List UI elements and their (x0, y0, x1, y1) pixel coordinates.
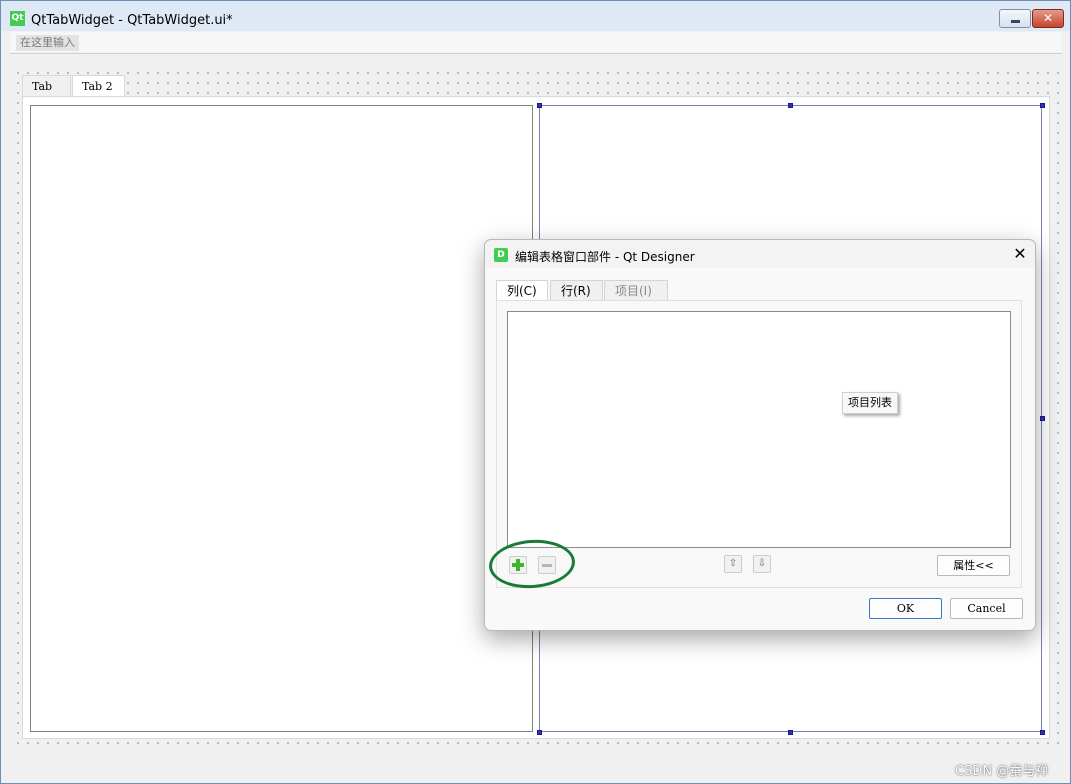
tab-columns[interactable]: 列(C) (496, 280, 548, 301)
menu-bar: 在这里输入 (10, 32, 1062, 52)
edit-table-widget-dialog: D 编辑表格窗口部件 - Qt Designer ✕ 列(C) 行(R) 项目(… (484, 239, 1036, 631)
column-list[interactable] (507, 311, 1011, 548)
resize-handle[interactable] (537, 730, 542, 735)
arrow-down-icon: ⇩ (757, 558, 767, 569)
minimize-icon (1011, 20, 1020, 23)
title-bar[interactable]: Qt QtTabWidget - QtTabWidget.ui* ✕ (1, 1, 1070, 31)
tab-rows[interactable]: 行(R) (550, 280, 603, 300)
watermark: CSDN @蚕与禅 (955, 764, 1049, 779)
window-title: QtTabWidget - QtTabWidget.ui* (31, 13, 233, 28)
tab-1[interactable]: Tab 1 (22, 75, 71, 114)
dialog-close-icon[interactable]: ✕ (1010, 244, 1030, 264)
arrow-up-icon: ⇧ (728, 558, 738, 569)
cancel-button[interactable]: Cancel (950, 598, 1023, 619)
minimize-button[interactable] (999, 9, 1031, 28)
designer-logo-icon: D (494, 248, 508, 262)
menu-separator (10, 53, 1062, 54)
dialog-title-bar[interactable]: D 编辑表格窗口部件 - Qt Designer ✕ (485, 240, 1035, 268)
menu-type-here-item[interactable]: 在这里输入 (16, 35, 79, 51)
resize-handle[interactable] (788, 103, 793, 108)
window-close-button[interactable]: ✕ (1032, 9, 1064, 28)
resize-handle[interactable] (1040, 103, 1045, 108)
resize-handle[interactable] (1040, 416, 1045, 421)
move-up-button[interactable]: ⇧ (724, 555, 742, 573)
qt-logo-icon: Qt (10, 11, 25, 26)
tab-2[interactable]: Tab 2 (72, 75, 125, 97)
table-widget-left[interactable] (30, 105, 533, 732)
properties-toggle-button[interactable]: 属性<< (937, 555, 1010, 576)
tab-items: 项目(I) (604, 280, 668, 300)
move-down-button[interactable]: ⇩ (753, 555, 771, 573)
ok-button[interactable]: OK (869, 598, 942, 619)
resize-handle[interactable] (788, 730, 793, 735)
resize-handle[interactable] (1040, 730, 1045, 735)
item-list-tooltip: 项目列表 (842, 392, 898, 414)
dialog-title: 编辑表格窗口部件 - Qt Designer (515, 250, 695, 264)
resize-handle[interactable] (537, 103, 542, 108)
